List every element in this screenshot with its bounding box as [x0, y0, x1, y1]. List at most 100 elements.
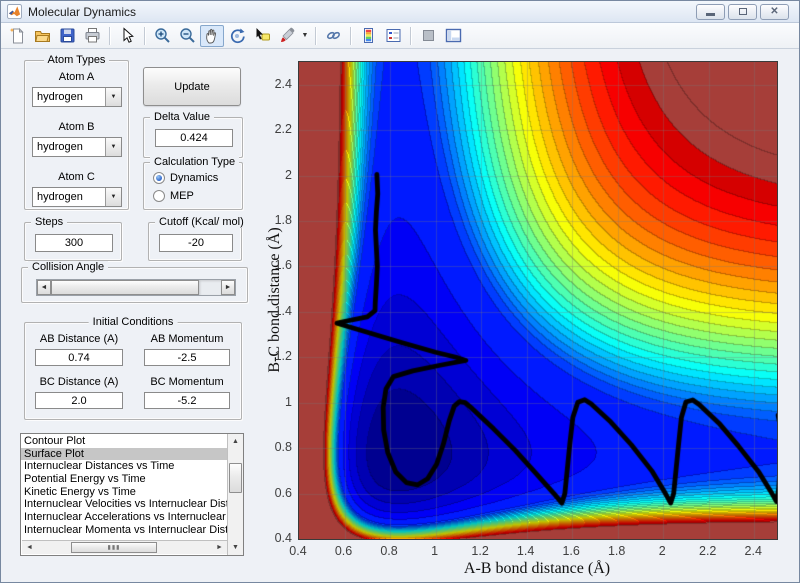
y-tick-label: 1.2	[274, 349, 292, 364]
vertical-scroll-thumb[interactable]	[229, 463, 242, 493]
brush-dropdown-caret[interactable]: ▼	[300, 25, 310, 47]
insert-legend-button[interactable]	[381, 25, 405, 47]
matlab-figure-window: Molecular Dynamics ✕ ▼ Atom Types Atom A…	[0, 0, 800, 583]
scroll-down-icon[interactable]: ▼	[228, 540, 243, 555]
list-item[interactable]: Surface Plot	[21, 447, 227, 461]
atom-a-value: hydrogen	[37, 91, 83, 103]
edit-plot-button[interactable]	[115, 25, 139, 47]
listbox-vertical-scrollbar[interactable]: ▲ ▼	[227, 434, 243, 555]
delta-value-panel: Delta Value 0.424	[143, 111, 243, 158]
update-button[interactable]: Update	[143, 67, 241, 106]
list-item[interactable]: Potential Energy vs Time	[21, 473, 227, 486]
list-item[interactable]: Internuclear Momenta vs Internuclear Dis…	[21, 524, 227, 537]
chevron-down-icon[interactable]: ▼	[105, 188, 121, 206]
radio-selected-icon[interactable]	[153, 172, 165, 184]
brush-icon	[280, 27, 294, 42]
save-floppy-icon	[60, 28, 74, 43]
zoom-out-icon	[179, 28, 195, 43]
close-button[interactable]: ✕	[760, 3, 789, 20]
x-tick-label: 1.2	[471, 544, 489, 558]
open-folder-icon	[34, 31, 50, 42]
listbox-horizontal-scrollbar[interactable]: ◄ ▮▮▮ ►	[22, 540, 227, 554]
mep-radio[interactable]: MEP	[153, 190, 194, 202]
zoom-in-button[interactable]	[150, 25, 174, 47]
y-tick-label: 1.8	[274, 213, 292, 227]
restore-button[interactable]	[728, 3, 757, 20]
pan-hand-icon	[205, 28, 216, 44]
hide-plot-tools-button[interactable]	[416, 25, 440, 47]
atom-b-dropdown[interactable]: hydrogen ▼	[32, 137, 122, 157]
list-item[interactable]: Internuclear Distances vs Time	[21, 460, 227, 473]
scroll-right-icon[interactable]: ►	[212, 541, 227, 554]
horizontal-scroll-thumb[interactable]: ▮▮▮	[71, 542, 157, 553]
initial-conditions-title: Initial Conditions	[88, 316, 178, 328]
bc-distance-field[interactable]: 2.0	[35, 392, 123, 409]
ab-distance-field[interactable]: 0.74	[35, 349, 123, 366]
link-plot-button[interactable]	[321, 25, 345, 47]
initial-conditions-panel: Initial Conditions AB Distance (A) AB Mo…	[24, 316, 242, 420]
slider-left-arrow-icon[interactable]: ◄	[37, 280, 51, 295]
show-plot-tools-button[interactable]	[441, 25, 465, 47]
list-item[interactable]: Contour Plot	[21, 435, 227, 448]
colorbar-icon	[363, 28, 373, 43]
minimize-button[interactable]	[696, 3, 725, 20]
bc-momentum-field[interactable]: -5.2	[144, 392, 230, 409]
slider-right-arrow-icon[interactable]: ►	[221, 280, 235, 295]
y-tick-label: 0.6	[274, 485, 292, 500]
atom-a-dropdown[interactable]: hydrogen ▼	[32, 87, 122, 107]
bc-momentum-label: BC Momentum	[150, 376, 224, 388]
matlab-logo-icon	[7, 4, 22, 19]
dynamics-radio-label: Dynamics	[170, 172, 219, 184]
list-item[interactable]: Kinetic Energy vs Time	[21, 486, 227, 499]
list-item[interactable]: Internuclear Accelerations vs Internucle…	[21, 511, 227, 524]
delta-value-field[interactable]: 0.424	[155, 129, 233, 147]
slider-track[interactable]	[199, 280, 221, 295]
list-item[interactable]: Internuclear Velocities vs Internuclear …	[21, 498, 227, 511]
atom-c-label: Atom C	[58, 171, 95, 183]
toolbar-separator	[109, 26, 110, 45]
atom-c-dropdown[interactable]: hydrogen ▼	[32, 187, 122, 207]
figure-toolbar: ▼	[1, 23, 799, 49]
steps-field[interactable]: 300	[35, 234, 113, 252]
x-tick-label: 0.8	[380, 544, 398, 558]
x-axis-label: A-B bond distance (Å)	[463, 560, 611, 577]
rotate-3d-icon	[230, 28, 245, 44]
zoom-out-button[interactable]	[175, 25, 199, 47]
slider-thumb[interactable]	[51, 280, 199, 295]
y-tick-label: 2.4	[274, 76, 292, 91]
titlebar[interactable]: Molecular Dynamics ✕	[1, 1, 799, 23]
toolbar-separator	[350, 26, 351, 45]
scroll-left-icon[interactable]: ◄	[22, 541, 37, 554]
x-tick-label: 1.8	[607, 544, 626, 558]
open-file-button[interactable]	[30, 25, 54, 47]
steps-panel: Steps 300	[24, 216, 122, 261]
insert-colorbar-button[interactable]	[356, 25, 380, 47]
bc-distance-label: BC Distance (A)	[39, 376, 119, 388]
pes-contour-canvas[interactable]	[298, 61, 778, 540]
legend-icon	[386, 29, 400, 42]
pan-button[interactable]	[200, 24, 224, 47]
brush-data-button[interactable]	[275, 25, 299, 47]
steps-title: Steps	[31, 216, 68, 228]
atom-types-title: Atom Types	[43, 54, 110, 66]
chevron-down-icon[interactable]: ▼	[105, 88, 121, 106]
radio-unselected-icon[interactable]	[153, 190, 165, 202]
dynamics-radio[interactable]: Dynamics	[153, 172, 218, 184]
chevron-down-icon[interactable]: ▼	[105, 138, 121, 156]
ab-momentum-field[interactable]: -2.5	[144, 349, 230, 366]
scroll-up-icon[interactable]: ▲	[228, 434, 243, 449]
atom-a-label: Atom A	[58, 71, 95, 83]
y-tick-label: 2.2	[274, 122, 292, 137]
data-cursor-button[interactable]	[250, 25, 274, 47]
y-tick-label: 1	[285, 394, 292, 409]
toolbar-separator	[144, 26, 145, 45]
collision-angle-slider[interactable]: ◄ ►	[36, 279, 236, 296]
print-figure-button[interactable]	[80, 25, 104, 47]
restore-icon	[738, 8, 747, 15]
new-figure-button[interactable]	[5, 25, 29, 47]
rotate-3d-button[interactable]	[225, 25, 249, 47]
x-tick-label: 0.6	[334, 544, 353, 558]
save-figure-button[interactable]	[55, 25, 79, 47]
cutoff-field[interactable]: -20	[159, 234, 233, 252]
plot-type-listbox[interactable]: Contour Plot Surface Plot Internuclear Dis…	[20, 433, 244, 556]
